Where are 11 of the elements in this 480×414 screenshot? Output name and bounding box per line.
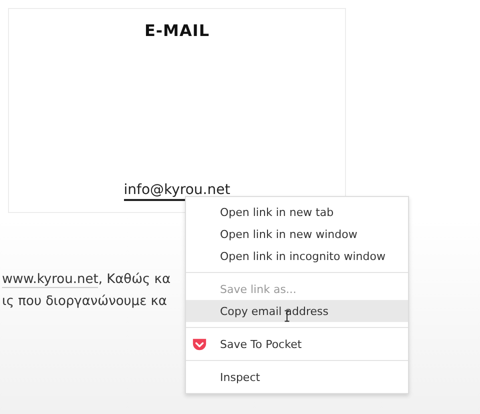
paragraph-text: , Καθώς κα [98, 272, 171, 287]
menu-item[interactable]: Copy email address [186, 300, 408, 322]
menu-item[interactable]: Open link in incognito window [186, 245, 408, 267]
card-title: E-MAIL [144, 21, 210, 40]
paragraph-text: ις που διοργανώνουμε κα [2, 294, 167, 309]
pocket-icon [192, 336, 207, 352]
menu-item[interactable]: Open link in new window [186, 223, 408, 245]
website-link[interactable]: www.kyrou.net [2, 272, 98, 288]
menu-item[interactable]: Inspect [186, 366, 408, 388]
menu-item[interactable]: Open link in new tab [186, 201, 408, 223]
menu-item[interactable]: Save To Pocket [186, 333, 408, 355]
